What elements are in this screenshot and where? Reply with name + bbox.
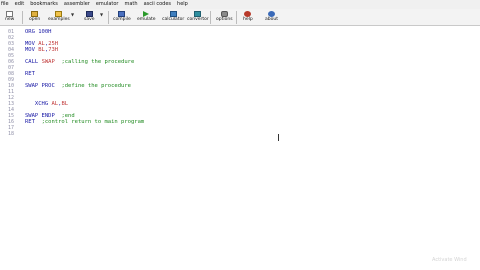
about-button[interactable]: about xyxy=(265,10,278,25)
toolbar-divider xyxy=(108,11,109,24)
folder-icon xyxy=(31,11,39,17)
menu-math[interactable]: math xyxy=(125,0,138,9)
calculator-icon xyxy=(169,11,177,17)
play-icon xyxy=(143,11,150,17)
code-editor[interactable]: 01 ORG 100H 02 03 MOV AL,25H 04 MOV BL,73H 05 06… xyxy=(0,26,480,270)
code-line[interactable]: 18 xyxy=(0,131,480,137)
emulate-button[interactable]: emulate xyxy=(137,10,156,25)
toolbar: new open examples ▼ save ▼ compile emula… xyxy=(0,9,480,26)
watermark-text: Activate Wind xyxy=(432,257,467,263)
compile-button[interactable]: compile xyxy=(113,10,131,25)
save-disk-icon xyxy=(85,11,93,17)
options-button[interactable]: options xyxy=(216,10,233,25)
examples-folder-icon xyxy=(55,11,63,17)
menu-ascii-codes[interactable]: ascii codes xyxy=(144,0,171,9)
save-dropdown-icon[interactable]: ▼ xyxy=(100,12,103,17)
options-gear-icon xyxy=(220,11,228,17)
examples-dropdown-icon[interactable]: ▼ xyxy=(71,12,74,17)
compile-icon xyxy=(118,11,126,17)
help-button[interactable]: help xyxy=(243,10,253,25)
menu-file[interactable]: file xyxy=(1,0,9,9)
toolbar-divider xyxy=(236,11,237,24)
toolbar-divider xyxy=(210,11,211,24)
menu-bookmarks[interactable]: bookmarks xyxy=(30,0,58,9)
menu-assembler[interactable]: assembler xyxy=(64,0,90,9)
new-button[interactable]: new xyxy=(5,10,14,25)
examples-button[interactable]: examples xyxy=(48,10,70,25)
menu-emulator[interactable]: emulator xyxy=(96,0,119,9)
line-number: 18 xyxy=(8,131,15,137)
about-info-icon xyxy=(267,11,275,17)
convertor-button[interactable]: convertor xyxy=(187,10,209,25)
new-file-icon xyxy=(6,11,14,17)
save-button[interactable]: save xyxy=(84,10,95,25)
menu-help[interactable]: help xyxy=(177,0,188,9)
text-cursor xyxy=(278,134,279,141)
open-button[interactable]: open xyxy=(29,10,40,25)
calculator-button[interactable]: calculator xyxy=(162,10,184,25)
menu-bar: file edit bookmarks assembler emulator m… xyxy=(0,0,480,9)
convertor-icon xyxy=(194,11,202,17)
menu-edit[interactable]: edit xyxy=(15,0,25,9)
toolbar-divider xyxy=(22,11,23,24)
